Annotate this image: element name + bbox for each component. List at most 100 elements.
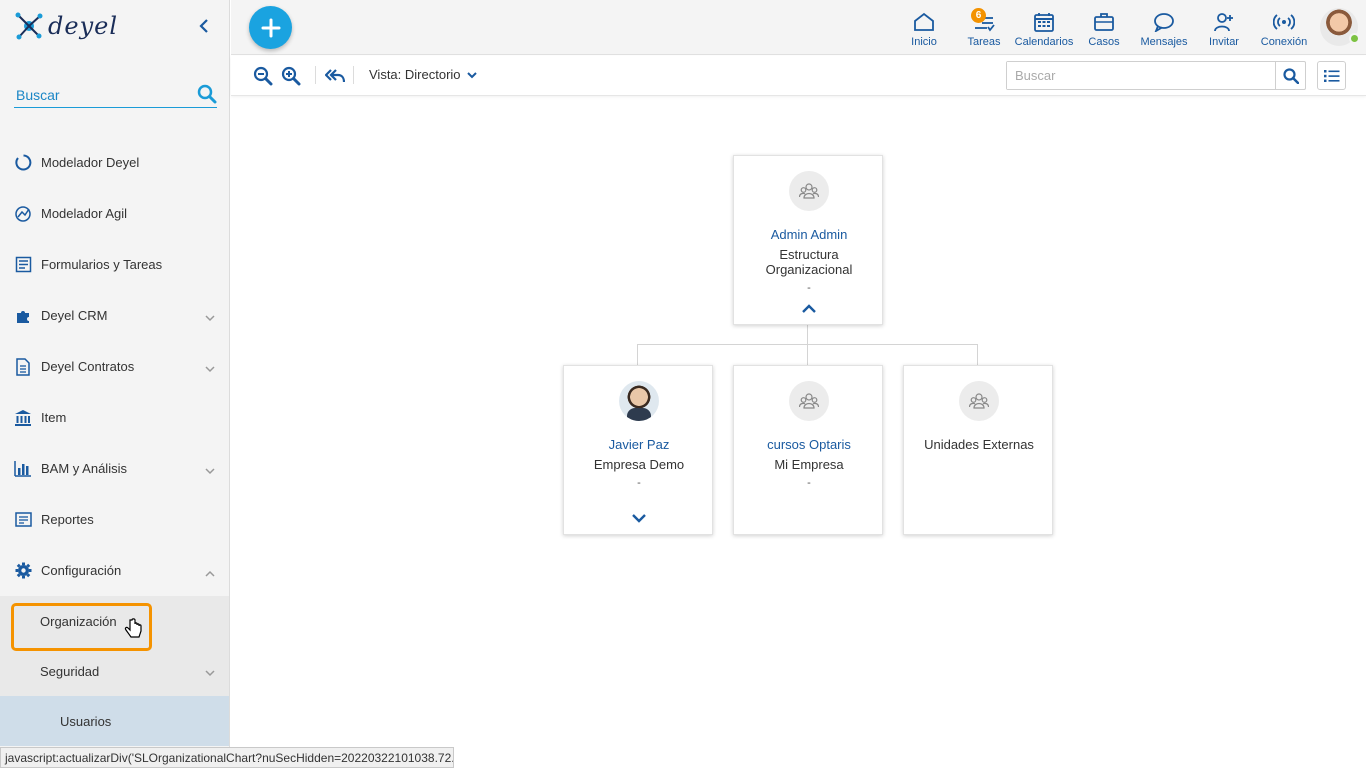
sidebar-item-label: Item bbox=[41, 410, 67, 425]
chevron-down-icon[interactable] bbox=[205, 665, 215, 680]
broadcast-icon bbox=[1273, 10, 1295, 32]
nav-label: Conexión bbox=[1260, 36, 1308, 48]
org-node-cursos-optaris[interactable]: cursos Optaris Mi Empresa - bbox=[733, 365, 883, 535]
connector-line bbox=[807, 344, 808, 365]
sidebar-search-input[interactable] bbox=[14, 86, 184, 103]
group-icon bbox=[789, 171, 829, 211]
top-bar: Inicio 6 Tareas Calendarios Casos Mensaj… bbox=[231, 0, 1366, 55]
chevron-up-icon[interactable] bbox=[205, 565, 215, 580]
group-icon bbox=[789, 381, 829, 421]
configuracion-submenu: Organización Seguridad Usuarios bbox=[0, 596, 229, 746]
chevron-left-icon bbox=[199, 19, 208, 33]
brand-name: deyel bbox=[48, 12, 119, 40]
nav-label: Mensajes bbox=[1140, 36, 1188, 48]
reply-all-icon bbox=[325, 69, 345, 83]
list-view-button[interactable] bbox=[1317, 61, 1346, 90]
home-icon bbox=[913, 10, 935, 32]
org-node-name[interactable]: Unidades Externas bbox=[904, 437, 1054, 452]
nav-inicio[interactable]: Inicio bbox=[894, 0, 954, 55]
sidebar-item-label: Reportes bbox=[41, 512, 94, 527]
org-node-detail: - bbox=[807, 282, 811, 294]
sidebar-item-configuracion[interactable]: Configuración bbox=[0, 545, 229, 596]
zoom-in-icon bbox=[281, 66, 301, 86]
org-node-name[interactable]: Admin Admin bbox=[734, 227, 884, 242]
collapse-sidebar-button[interactable] bbox=[196, 16, 212, 36]
connector-line bbox=[807, 325, 808, 345]
sidebar-item-deyel-contratos[interactable]: Deyel Contratos bbox=[0, 341, 229, 392]
chart-search bbox=[1006, 61, 1306, 90]
chevron-down-icon bbox=[466, 67, 477, 82]
search-button[interactable] bbox=[1275, 62, 1305, 89]
tasks-badge: 6 bbox=[971, 8, 986, 23]
nav-invitar[interactable]: Invitar bbox=[1194, 0, 1254, 55]
org-node-subtitle: Mi Empresa bbox=[774, 457, 844, 472]
gear-icon bbox=[14, 562, 32, 580]
sidebar-item-label: Modelador Deyel bbox=[41, 155, 140, 170]
org-chart: Admin Admin Estructura Organizacional - … bbox=[231, 96, 1366, 768]
view-select-label: Vista: Directorio bbox=[369, 67, 461, 82]
org-node-unidades-externas[interactable]: Unidades Externas bbox=[903, 365, 1053, 535]
sidebar-subitem-usuarios[interactable]: Usuarios bbox=[0, 696, 229, 746]
browser-status-bar: javascript:actualizarDiv('SLOrganization… bbox=[0, 747, 454, 768]
sidebar-item-item[interactable]: Item bbox=[0, 392, 229, 443]
sidebar-item-formularios-tareas[interactable]: Formularios y Tareas bbox=[0, 239, 229, 290]
org-node-detail: - bbox=[807, 477, 811, 489]
person-photo bbox=[619, 381, 659, 421]
search-icon bbox=[1282, 67, 1299, 84]
chevron-down-icon[interactable] bbox=[205, 310, 215, 325]
nav-calendarios[interactable]: Calendarios bbox=[1014, 0, 1074, 55]
online-status-dot bbox=[1349, 33, 1360, 44]
org-node-name[interactable]: Javier Paz bbox=[564, 437, 714, 452]
add-button[interactable] bbox=[249, 6, 292, 49]
add-user-icon bbox=[1213, 10, 1235, 32]
nav-label: Casos bbox=[1088, 36, 1120, 48]
sidebar-item-reportes[interactable]: Reportes bbox=[0, 494, 229, 545]
nav-label: Inicio bbox=[911, 36, 937, 48]
agile-compass-icon bbox=[14, 205, 32, 223]
org-node-javier-paz[interactable]: Javier Paz Empresa Demo - bbox=[563, 365, 713, 535]
chart-toolbar: Vista: Directorio bbox=[231, 56, 1366, 96]
search-icon[interactable] bbox=[197, 84, 217, 109]
sidebar-item-bam-analisis[interactable]: BAM y Análisis bbox=[0, 443, 229, 494]
org-node-subtitle: Empresa Demo bbox=[593, 457, 685, 472]
sidebar-item-modelador-deyel[interactable]: Modelador Deyel bbox=[0, 137, 229, 188]
nav-casos[interactable]: Casos bbox=[1074, 0, 1134, 55]
connector-line bbox=[637, 344, 638, 365]
document-icon bbox=[14, 357, 32, 376]
circle-loader-icon bbox=[14, 154, 32, 172]
sidebar-item-label: BAM y Análisis bbox=[41, 461, 127, 476]
back-button[interactable] bbox=[325, 66, 345, 86]
org-node-subtitle: Estructura Organizacional bbox=[765, 247, 853, 277]
sidebar-item-deyel-crm[interactable]: Deyel CRM bbox=[0, 290, 229, 341]
sidebar-item-label: Configuración bbox=[41, 563, 122, 578]
toolbar-divider bbox=[353, 66, 354, 84]
chart-search-input[interactable] bbox=[1007, 62, 1275, 89]
zoom-out-button[interactable] bbox=[253, 66, 273, 86]
sidebar-item-modelador-agil[interactable]: Modelador Agil bbox=[0, 188, 229, 239]
chevron-down-icon[interactable] bbox=[205, 463, 215, 478]
puzzle-icon bbox=[14, 307, 32, 325]
sidebar-subitem-seguridad[interactable]: Seguridad bbox=[0, 646, 229, 696]
nav-mensajes[interactable]: Mensajes bbox=[1134, 0, 1194, 55]
calendar-icon bbox=[1033, 10, 1055, 32]
sidebar: deyel Modelador Deyel Modelador Agil For… bbox=[0, 0, 230, 768]
org-node-name[interactable]: cursos Optaris bbox=[734, 437, 884, 452]
chevron-down-icon[interactable] bbox=[205, 361, 215, 376]
expand-node-button[interactable] bbox=[631, 512, 647, 524]
sidebar-menu: Modelador Deyel Modelador Agil Formulari… bbox=[0, 137, 229, 746]
sidebar-item-label: Modelador Agil bbox=[41, 206, 127, 221]
chevron-up-icon bbox=[802, 303, 816, 313]
nav-conexion[interactable]: Conexión bbox=[1254, 0, 1314, 55]
org-node-root[interactable]: Admin Admin Estructura Organizacional - bbox=[733, 155, 883, 325]
zoom-in-button[interactable] bbox=[281, 66, 301, 86]
deyel-logo[interactable]: deyel bbox=[14, 8, 118, 44]
user-avatar[interactable] bbox=[1320, 8, 1360, 46]
nav-tareas[interactable]: 6 Tareas bbox=[954, 0, 1014, 55]
collapse-node-button[interactable] bbox=[801, 302, 817, 314]
list-icon bbox=[1323, 69, 1339, 82]
sidebar-subitem-organizacion[interactable]: Organización bbox=[0, 596, 229, 646]
view-select[interactable]: Vista: Directorio bbox=[369, 67, 477, 82]
briefcase-icon bbox=[1093, 10, 1115, 32]
nav-label: Invitar bbox=[1209, 36, 1239, 48]
sidebar-subitem-label: Usuarios bbox=[60, 713, 112, 729]
